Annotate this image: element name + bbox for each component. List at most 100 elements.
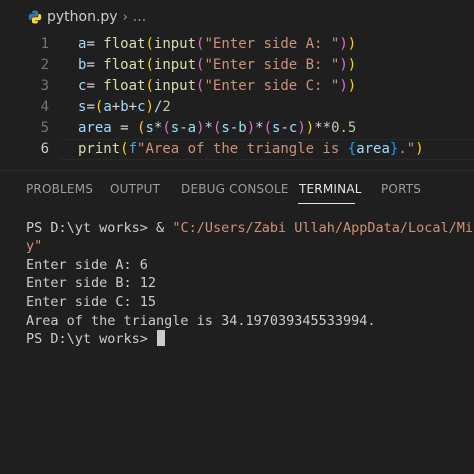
code-token: input — [153, 36, 197, 52]
terminal-prompt: PS D:\yt works> — [26, 331, 157, 347]
code-text: c= float(input("Enter side C: ")) — [78, 76, 356, 97]
code-line[interactable]: 6 print(f"Area of the triangle is {area}.… — [0, 139, 474, 160]
code-token: a — [187, 120, 197, 136]
code-token: b — [238, 120, 247, 136]
terminal-command-amp: & — [156, 220, 173, 236]
panel-tab-bar: PROBLEMS OUTPUT DEBUG CONSOLE TERMINAL P… — [0, 171, 474, 207]
python-file-icon — [28, 10, 42, 24]
code-token: ) — [339, 36, 348, 52]
code-token: = — [111, 120, 138, 136]
code-text: a= float(input("Enter side A: ")) — [78, 34, 356, 55]
terminal-final-prompt-line: PS D:\yt works> — [26, 330, 166, 348]
code-token: a — [103, 99, 112, 115]
line-number: 2 — [40, 57, 49, 73]
code-token: - — [229, 120, 239, 136]
code-token: ( — [263, 120, 273, 136]
code-token: ( — [145, 36, 154, 52]
tab-output[interactable]: OUTPUT — [110, 182, 160, 196]
terminal-cursor — [157, 330, 166, 346]
breadcrumb: python.py › ... — [0, 0, 474, 34]
code-token: "Enter side B: " — [204, 57, 340, 73]
tab-ports[interactable]: PORTS — [381, 182, 421, 196]
terminal-output-line: Area of the triangle is 34.1970393455339… — [26, 313, 376, 329]
code-text: b= float(input("Enter side B: ")) — [78, 55, 356, 76]
code-token: float — [103, 57, 146, 73]
code-text: s=(a+b+c)/2 — [78, 97, 171, 118]
code-token: ) — [196, 120, 205, 136]
line-number: 1 — [40, 36, 49, 52]
tab-terminal[interactable]: TERMINAL — [299, 182, 362, 196]
code-token: s — [221, 120, 230, 136]
code-token: ( — [145, 78, 154, 94]
code-token: * — [204, 120, 213, 136]
code-token: f — [128, 141, 138, 157]
code-token: "Enter side A: " — [204, 36, 340, 52]
code-token: ) — [339, 57, 348, 73]
code-token: ) — [305, 120, 315, 136]
code-token: = — [86, 57, 104, 73]
terminal-output-line: Enter side B: 12 — [26, 275, 157, 291]
code-text: area = (s*(s-a)*(s-b)*(s-c))**0.5 — [78, 118, 356, 139]
code-text: print(f"Area of the triangle is {area}."… — [78, 139, 424, 160]
tab-debug-console[interactable]: DEBUG CONSOLE — [181, 182, 289, 196]
code-token: 0.5 — [331, 120, 357, 136]
terminal-output-line: Enter side A: 6 — [26, 257, 148, 273]
terminal-command-wrap: y" — [26, 238, 43, 254]
active-tab-indicator — [298, 203, 355, 204]
code-token: ( — [162, 120, 171, 136]
terminal-output-line: Enter side C: 15 — [26, 294, 157, 310]
code-token: ** — [314, 120, 332, 136]
code-token: "Area of the triangle is — [137, 141, 348, 157]
code-token: - — [179, 120, 188, 136]
code-token: c — [137, 99, 146, 115]
code-token: b — [120, 99, 129, 115]
code-token: ( — [120, 141, 129, 157]
code-token: + — [111, 99, 121, 115]
code-token: = — [86, 36, 104, 52]
code-token: ) — [339, 78, 348, 94]
code-token: s — [170, 120, 180, 136]
code-editor[interactable]: 1 a= float(input("Enter side A: ")) 2 b= fl… — [0, 34, 474, 160]
code-token: "Enter side C: " — [204, 78, 340, 94]
code-token: ( — [145, 57, 154, 73]
code-line[interactable]: 3 c= float(input("Enter side C: ")) — [0, 76, 474, 97]
code-token: ) — [347, 57, 357, 73]
terminal-command-line: PS D:\yt works> & "C:/Users/Zabi Ullah/A… — [26, 219, 474, 237]
code-token: = — [86, 99, 95, 115]
code-line[interactable]: 2 b= float(input("Enter side B: ")) — [0, 55, 474, 76]
code-token: s — [145, 120, 154, 136]
breadcrumb-more[interactable]: ... — [133, 9, 146, 25]
line-number: 6 — [40, 141, 49, 157]
code-token: print — [78, 141, 121, 157]
code-token: float — [103, 36, 146, 52]
code-token: ) — [415, 141, 424, 157]
code-token: * — [255, 120, 264, 136]
code-token: ) — [246, 120, 256, 136]
code-token: float — [103, 78, 146, 94]
breadcrumb-file[interactable]: python.py — [47, 9, 118, 25]
code-token: { — [347, 141, 357, 157]
code-token: ) — [347, 36, 357, 52]
code-token: area — [78, 120, 112, 136]
code-line[interactable]: 4 s=(a+b+c)/2 — [0, 97, 474, 118]
line-number: 5 — [40, 120, 49, 136]
line-number: 4 — [40, 99, 49, 115]
code-line[interactable]: 5 area = (s*(s-a)*(s-b)*(s-c))**0.5 — [0, 118, 474, 139]
code-token: input — [153, 78, 197, 94]
code-token: ) — [145, 99, 154, 115]
terminal-prompt: PS D:\yt works> — [26, 220, 157, 236]
code-token: - — [280, 120, 289, 136]
chevron-right-icon: › — [122, 9, 128, 25]
code-token: ." — [398, 141, 416, 157]
code-token: area — [356, 141, 390, 157]
code-line[interactable]: 1 a= float(input("Enter side A: ")) — [0, 34, 474, 55]
code-token: input — [153, 57, 197, 73]
code-token: ) — [347, 78, 357, 94]
code-token: ) — [297, 120, 306, 136]
code-token: = — [86, 78, 104, 94]
terminal-command-path: "C:/Users/Zabi Ullah/AppData/Local/Micro — [172, 220, 474, 236]
line-number: 3 — [40, 78, 49, 94]
tab-problems[interactable]: PROBLEMS — [26, 182, 93, 196]
code-token: 2 — [162, 99, 171, 115]
code-token: + — [128, 99, 138, 115]
